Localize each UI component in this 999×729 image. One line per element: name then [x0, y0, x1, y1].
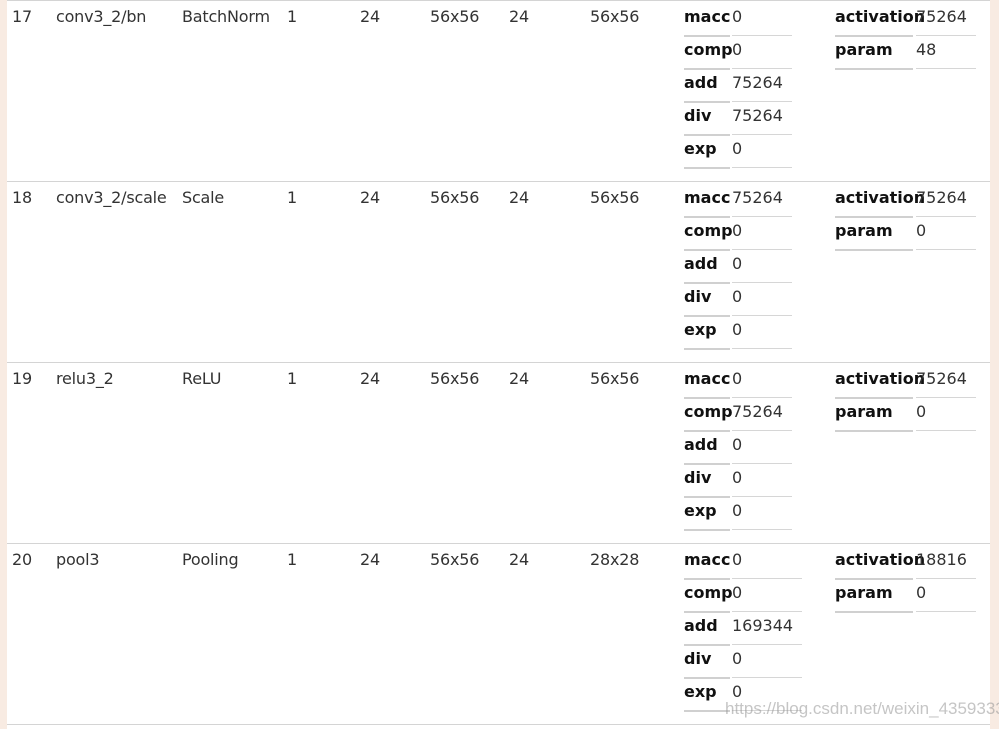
divider — [7, 724, 990, 725]
op-value: 0 — [732, 583, 802, 612]
table-row: 17 conv3_2/bn BatchNorm 1 24 56x56 24 56x56 macc… — [7, 0, 990, 182]
table-row: 20 pool3 Pooling 1 24 56x56 24 28x28 macc 0 comp 0 a… — [7, 543, 990, 725]
cell-c2: 24 — [360, 7, 380, 26]
cell-index: 17 — [12, 7, 32, 26]
mem-label: param — [835, 402, 913, 432]
op-label: exp — [684, 501, 730, 531]
op-label: div — [684, 649, 730, 679]
cell-c3: 56x56 — [430, 188, 480, 207]
cell-c1: 1 — [287, 7, 297, 26]
cell-c3: 56x56 — [430, 369, 480, 388]
cell-c1: 1 — [287, 369, 297, 388]
op-value: 75264 — [732, 188, 792, 217]
op-value: 75264 — [732, 73, 792, 102]
op-value: 0 — [732, 435, 792, 464]
op-label: div — [684, 287, 730, 317]
op-value: 0 — [732, 254, 792, 283]
op-value: 0 — [732, 221, 792, 250]
table-row: 18 conv3_2/scale Scale 1 24 56x56 24 56x56 macc 7… — [7, 181, 990, 363]
op-label: comp — [684, 402, 733, 432]
cell-type: BatchNorm — [182, 7, 270, 26]
mem-value: 0 — [916, 221, 976, 250]
cell-index: 18 — [12, 188, 32, 207]
cell-c4: 24 — [509, 7, 529, 26]
cell-c1: 1 — [287, 188, 297, 207]
mem-value: 75264 — [916, 188, 976, 217]
op-label: add — [684, 254, 730, 284]
mem-value: 18816 — [916, 550, 976, 579]
op-label: macc — [684, 188, 730, 218]
watermark: https://blog.csdn.net/weixin_43593330 — [725, 699, 999, 718]
cell-c2: 24 — [360, 369, 380, 388]
op-label: macc — [684, 369, 730, 399]
cell-name: pool3 — [56, 550, 100, 569]
op-value: 0 — [732, 649, 802, 678]
mem-value: 75264 — [916, 7, 976, 36]
op-label: div — [684, 106, 730, 136]
cell-c3: 56x56 — [430, 550, 480, 569]
cell-c1: 1 — [287, 550, 297, 569]
mem-label: activation — [835, 369, 925, 399]
op-value: 0 — [732, 7, 792, 36]
mem-value: 0 — [916, 402, 976, 431]
cell-c5: 56x56 — [590, 188, 640, 207]
op-label: macc — [684, 550, 730, 580]
cell-name: conv3_2/bn — [56, 7, 147, 26]
mem-value: 75264 — [916, 369, 976, 398]
cell-c5: 56x56 — [590, 7, 640, 26]
op-value: 0 — [732, 320, 792, 349]
op-value: 75264 — [732, 402, 792, 431]
cell-c5: 28x28 — [590, 550, 640, 569]
mem-label: activation — [835, 7, 925, 37]
mem-label: activation — [835, 188, 925, 218]
cell-c3: 56x56 — [430, 7, 480, 26]
op-value: 75264 — [732, 106, 792, 135]
cell-index: 19 — [12, 369, 32, 388]
op-value: 0 — [732, 550, 802, 579]
op-label: exp — [684, 139, 730, 169]
mem-label: activation — [835, 550, 925, 580]
cell-c4: 24 — [509, 550, 529, 569]
op-label: div — [684, 468, 730, 498]
cell-name: conv3_2/scale — [56, 188, 167, 207]
op-value: 0 — [732, 287, 792, 316]
layer-table: 17 conv3_2/bn BatchNorm 1 24 56x56 24 56x56 macc… — [7, 0, 999, 729]
op-value: 169344 — [732, 616, 802, 645]
cell-index: 20 — [12, 550, 32, 569]
table-row: 19 relu3_2 ReLU 1 24 56x56 24 56x56 macc 0 comp 752… — [7, 362, 990, 544]
cell-name: relu3_2 — [56, 369, 114, 388]
op-label: comp — [684, 583, 733, 613]
mem-value: 48 — [916, 40, 976, 69]
mem-label: param — [835, 40, 913, 70]
op-label: exp — [684, 320, 730, 350]
cell-c2: 24 — [360, 188, 380, 207]
op-label: comp — [684, 40, 733, 70]
mem-label: param — [835, 221, 913, 251]
op-label: add — [684, 616, 730, 646]
op-label: exp — [684, 682, 730, 712]
cell-type: Scale — [182, 188, 225, 207]
cell-c2: 24 — [360, 550, 380, 569]
op-label: add — [684, 73, 730, 103]
cell-type: Pooling — [182, 550, 239, 569]
cell-c4: 24 — [509, 369, 529, 388]
op-value: 0 — [732, 369, 792, 398]
op-value: 0 — [732, 40, 792, 69]
mem-value: 0 — [916, 583, 976, 612]
cell-c4: 24 — [509, 188, 529, 207]
op-value: 0 — [732, 501, 792, 530]
op-value: 0 — [732, 468, 792, 497]
op-label: add — [684, 435, 730, 465]
op-value: 0 — [732, 139, 792, 168]
op-label: comp — [684, 221, 733, 251]
cell-type: ReLU — [182, 369, 222, 388]
op-label: macc — [684, 7, 730, 37]
cell-c5: 56x56 — [590, 369, 640, 388]
mem-label: param — [835, 583, 913, 613]
